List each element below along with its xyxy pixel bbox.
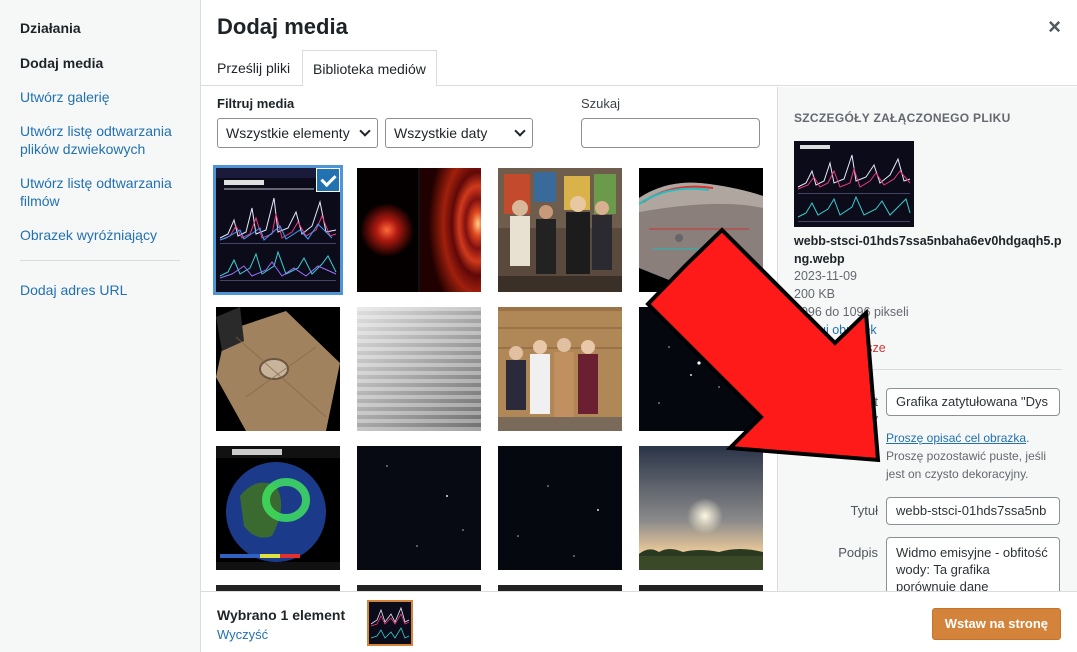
title-label: Tytuł — [850, 503, 878, 518]
attachment-dimensions: 1096 do 1096 pikseli — [794, 305, 909, 319]
sidebar-item-audio-playlist[interactable]: Utwórz listę odtwarzania plików dzwiekow… — [20, 122, 180, 158]
mars-anaglyph-image — [639, 168, 763, 292]
close-icon[interactable]: × — [1048, 16, 1061, 38]
search-label: Szukaj — [581, 96, 621, 111]
attachment-thumbnail[interactable] — [213, 165, 343, 295]
night-sky-image — [639, 307, 763, 431]
modal-title: Dodaj media — [217, 14, 348, 39]
media-type-filter-value: Wszystkie elementy — [226, 125, 350, 141]
title-input[interactable]: webb-stsci-01hds7ssa5nb — [886, 497, 1060, 525]
sidebar-separator — [20, 260, 180, 261]
selected-attachment-thumbnail[interactable] — [367, 600, 413, 646]
attachment-thumbnail[interactable] — [498, 307, 622, 431]
aurora-forecast-map-image — [216, 446, 340, 570]
attachment-thumbnail[interactable] — [216, 446, 340, 570]
search-input[interactable] — [581, 118, 760, 148]
alt-text-help-link[interactable]: Proszę opisać cel obrazka — [886, 431, 1026, 445]
red-star-rings-image — [357, 168, 481, 292]
attachment-details-panel: Szczegóły załączonego pliku webb-stsci-0… — [777, 87, 1077, 591]
sidebar-heading: Działania — [20, 20, 81, 36]
attachment-thumbnail[interactable] — [357, 446, 481, 570]
attachment-details-heading: Szczegóły załączonego pliku — [794, 111, 1011, 125]
media-type-filter[interactable]: Wszystkie elementy — [217, 118, 378, 148]
alt-text-label: Tekst alternatywny — [805, 394, 878, 426]
attachment-thumbnail[interactable] — [216, 307, 340, 431]
attachment-thumbnail[interactable] — [639, 168, 763, 292]
delete-permanently-link[interactable]: Usuń na zawsze — [794, 339, 1064, 357]
modal-tabs: Prześlij pliki Biblioteka mediów — [201, 50, 1077, 87]
attachment-thumbnail[interactable] — [357, 307, 481, 431]
media-menu-sidebar: Działania Dodaj media Utwórz galerię Utw… — [0, 0, 201, 652]
media-toolbar: Wybrano 1 element Wyczyść Wstaw na stron… — [201, 591, 1077, 652]
edit-image-link[interactable]: Edytuj obrazek — [794, 321, 1064, 339]
night-sky-image — [498, 446, 622, 570]
spectrum-graph-image — [369, 602, 411, 644]
media-modal: Dodaj media × Prześlij pliki Biblioteka … — [201, 0, 1077, 652]
sidebar-item-insert-url[interactable]: Dodaj adres URL — [20, 281, 180, 299]
group-photo-wood-wall-image — [498, 307, 622, 431]
chevron-down-icon — [514, 125, 526, 137]
details-separator — [794, 369, 1062, 370]
sidebar-item-video-playlist[interactable]: Utwórz listę odtwarzania filmów — [20, 174, 180, 210]
attachment-filename: webb-stsci-01hds7ssa5nbaha6ev0hdgaqh5.pn… — [794, 234, 1062, 266]
attachment-thumbnail[interactable] — [498, 168, 622, 292]
media-date-filter[interactable]: Wszystkie daty — [385, 118, 533, 148]
media-date-filter-value: Wszystkie daty — [394, 125, 488, 141]
tab-upload-files[interactable]: Prześlij pliki — [207, 50, 300, 86]
chevron-down-icon — [359, 125, 371, 137]
caption-textarea[interactable]: Widmo emisyjne - obfitość wody: Ta grafi… — [886, 537, 1060, 591]
attachments-browser: Filtruj media Wszystkie elementy Wszystk… — [201, 87, 777, 591]
night-sky-image — [357, 446, 481, 570]
attachment-thumbnail[interactable] — [357, 168, 481, 292]
spectrum-graph-image — [794, 141, 914, 227]
filter-media-label: Filtruj media — [217, 96, 295, 111]
insert-into-post-button[interactable]: Wstaw na stronę — [931, 608, 1061, 640]
caption-label: Podpis — [838, 545, 878, 560]
sidebar-item-add-media[interactable]: Dodaj media — [20, 54, 180, 72]
gray-stripes-image — [357, 307, 481, 431]
sidebar-item-featured-image[interactable]: Obrazek wyróżniający — [20, 226, 180, 244]
alt-text-input[interactable]: Grafika zatytułowana "Dys — [886, 388, 1060, 416]
clear-selection-link[interactable]: Wyczyść — [217, 627, 268, 642]
alt-text-help: Proszę opisać cel obrazka. Proszę pozost… — [886, 429, 1066, 483]
sidebar-item-create-gallery[interactable]: Utwórz galerię — [20, 88, 180, 106]
sunset-field-image — [639, 446, 763, 570]
attachment-date: 2023-11-09 — [794, 269, 858, 283]
group-photo-gallery-image — [498, 168, 622, 292]
checkmark-icon[interactable] — [316, 168, 340, 192]
attachment-thumbnail[interactable] — [639, 307, 763, 431]
mars-crater-image — [216, 307, 340, 431]
attachment-preview — [794, 141, 914, 227]
attachment-thumbnail[interactable] — [498, 446, 622, 570]
attachment-thumbnail[interactable] — [639, 446, 763, 570]
selection-count: Wybrano 1 element — [217, 607, 346, 623]
tab-media-library[interactable]: Biblioteka mediów — [302, 50, 437, 87]
attachment-size: 200 KB — [794, 287, 836, 301]
